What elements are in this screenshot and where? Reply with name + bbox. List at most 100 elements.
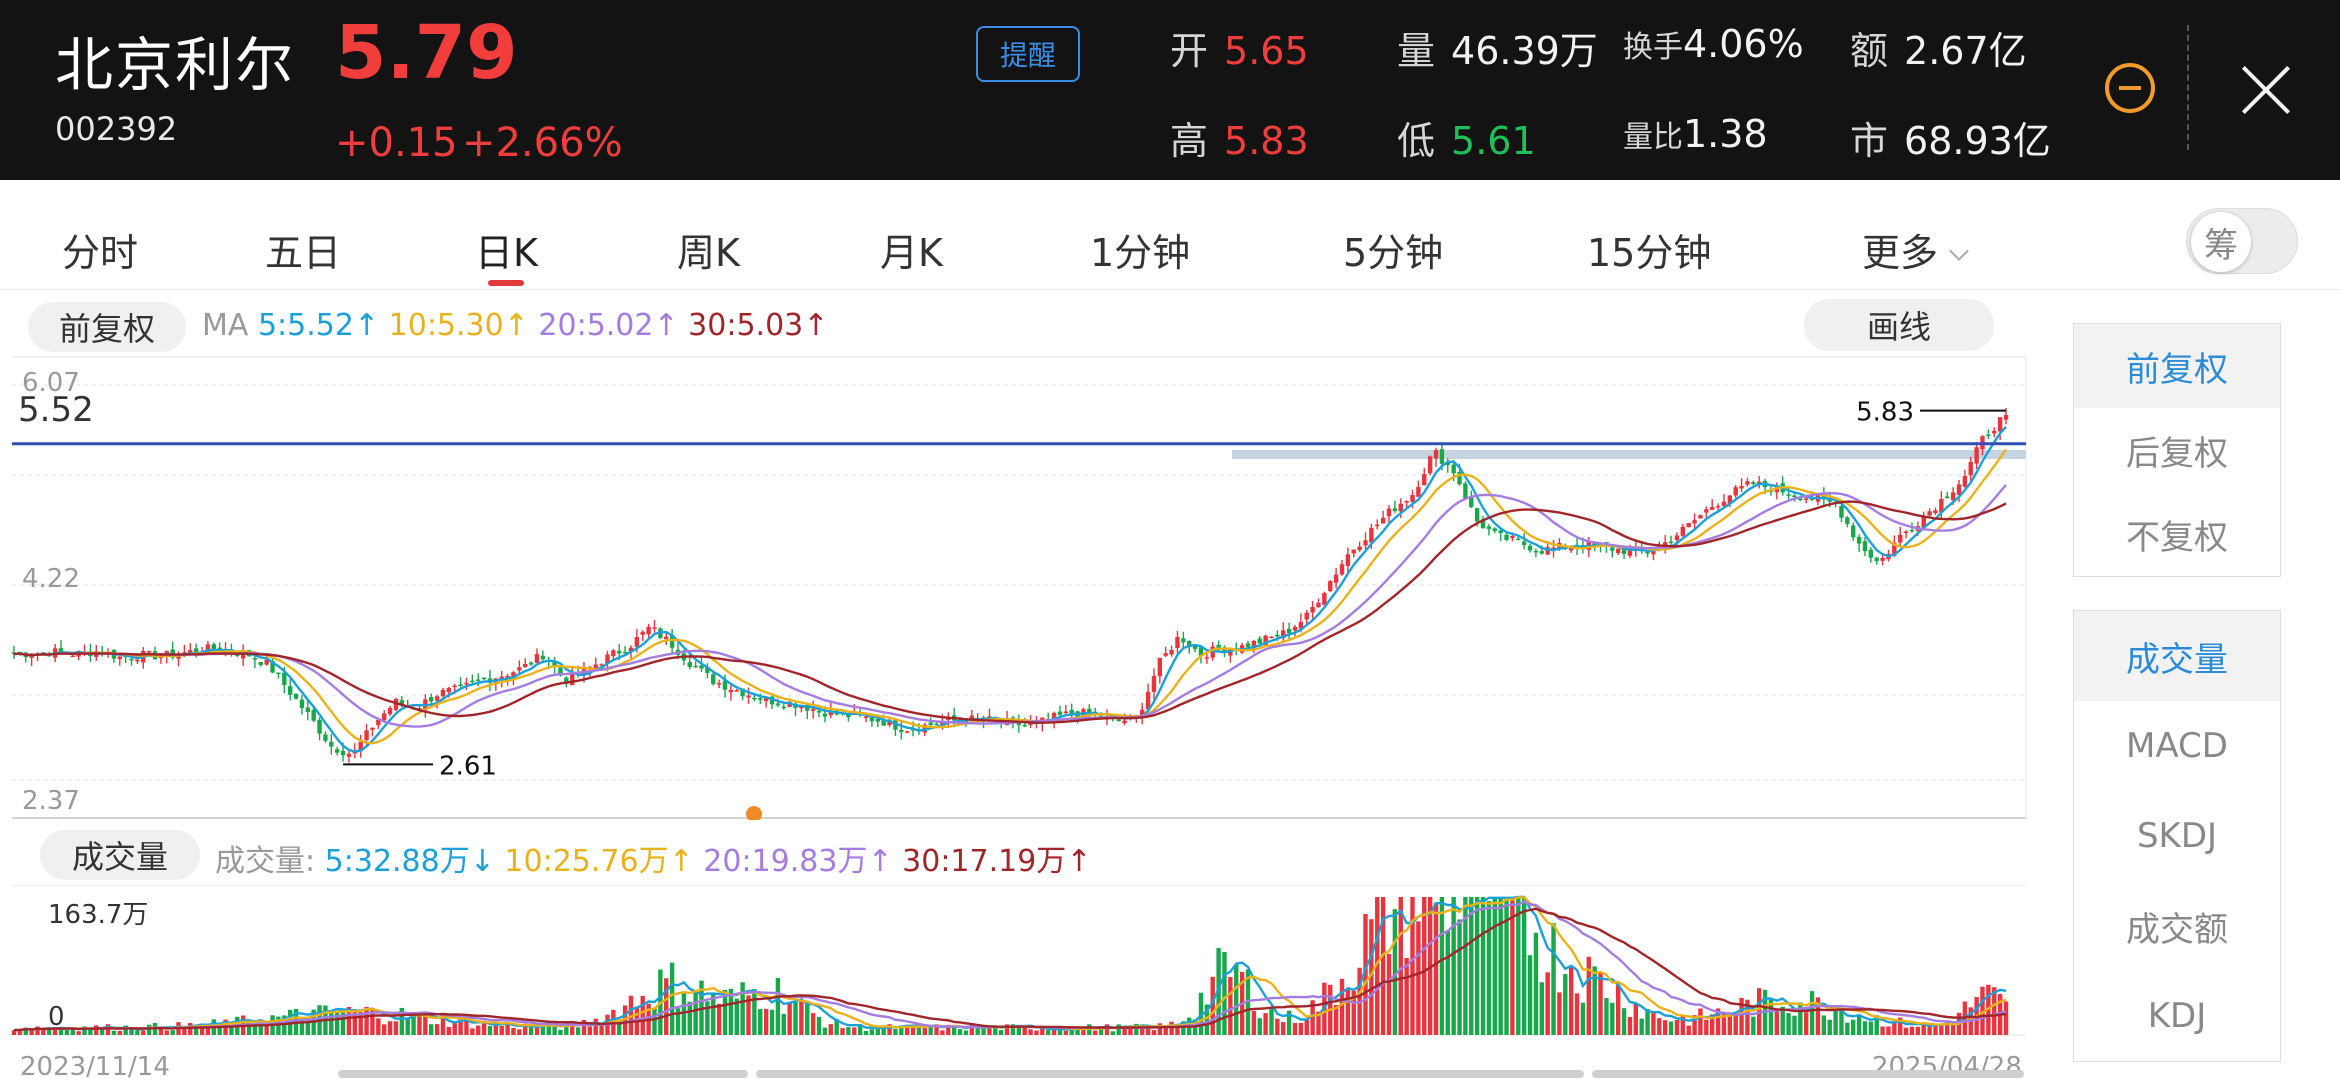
turnover-label: 换手: [1623, 30, 1683, 65]
quote-volume-ratio: 量比1.38: [1623, 112, 1768, 156]
candle-body: [476, 679, 481, 682]
candle-body: [752, 697, 757, 700]
side-adjust-forward[interactable]: 前复权: [2074, 324, 2280, 408]
candle-body: [1839, 505, 1844, 518]
volume-bar: [769, 1009, 775, 1035]
alert-button[interactable]: 提醒: [976, 26, 1080, 82]
volume-bar: [264, 1026, 269, 1035]
volume-bar: [1492, 897, 1497, 1035]
volume-bar: [446, 1026, 452, 1035]
volume-bar: [716, 1003, 722, 1035]
side-adjust-backward[interactable]: 后复权: [2074, 408, 2280, 492]
tab-15-minute[interactable]: 15分钟: [1587, 222, 1711, 277]
scrollbar-segment[interactable]: [1592, 1070, 2024, 1078]
candle-body: [1345, 554, 1351, 566]
tab-daily-k[interactable]: 日K: [475, 222, 538, 277]
min-annotation-label: 2.61: [439, 751, 497, 781]
candle-body: [1157, 657, 1163, 677]
open-label: 开: [1170, 29, 1209, 73]
volume-bar: [1821, 1015, 1827, 1035]
candle-body: [1704, 509, 1709, 513]
volume-bar: [1604, 997, 1609, 1035]
volume-bar: [928, 1026, 933, 1035]
volume-bar: [434, 1024, 440, 1035]
volume-indicator-button[interactable]: 成交量: [40, 830, 200, 880]
volume-label: 量: [1397, 29, 1436, 73]
candle-body: [299, 699, 305, 709]
tab-1-minute[interactable]: 1分钟: [1090, 222, 1190, 277]
crosshair-price-label: 5.52: [18, 390, 94, 430]
volume-bar: [1851, 1019, 1856, 1035]
tab-monthly-k[interactable]: 月K: [880, 222, 943, 277]
volume-bar: [1786, 1013, 1791, 1035]
candle-body: [1510, 536, 1515, 539]
candle-body: [1751, 482, 1756, 485]
volume-bar: [998, 1030, 1004, 1035]
market-cap-value: 68.93亿: [1904, 119, 2051, 163]
volume-bar: [1886, 1026, 1891, 1035]
scrollbar-segment[interactable]: [338, 1070, 748, 1078]
tab-intraday[interactable]: 分时: [62, 222, 138, 277]
candle-body: [1486, 526, 1492, 529]
candle-body: [1269, 636, 1274, 639]
candle-body: [334, 749, 340, 753]
ma-prefix: MA: [202, 308, 249, 343]
candle-body: [287, 686, 293, 695]
candle-body: [1868, 549, 1874, 558]
volume-bar: [1950, 1025, 1956, 1035]
candle-body: [129, 658, 134, 661]
side-indicator-skdj[interactable]: SKDJ: [2074, 791, 2280, 881]
side-indicator-volume[interactable]: 成交量: [2074, 611, 2280, 701]
candle-body: [517, 667, 522, 671]
candle-body: [364, 730, 369, 741]
volume-bar: [1774, 1009, 1780, 1035]
tab-weekly-k[interactable]: 周K: [677, 222, 740, 277]
scrollbar-thumb[interactable]: [756, 1070, 1584, 1078]
volume-bar: [1563, 974, 1568, 1035]
tab-five-day[interactable]: 五日: [265, 222, 341, 277]
candle-body: [1610, 547, 1615, 551]
volume-bar: [1792, 1015, 1797, 1035]
candle-body: [822, 713, 828, 717]
close-icon[interactable]: [2238, 62, 2294, 118]
ma10-value: 10:5.30: [388, 308, 504, 343]
volume-bar: [852, 1027, 857, 1035]
market-cap-label: 市: [1850, 119, 1889, 163]
side-indicator-kdj[interactable]: KDJ: [2074, 971, 2280, 1061]
volume-chart[interactable]: [0, 885, 2030, 1040]
side-adjust-none[interactable]: 不复权: [2074, 492, 2280, 576]
volume-bar: [405, 1018, 410, 1035]
draw-line-button[interactable]: 画线: [1804, 299, 1994, 351]
candle-body: [1745, 481, 1750, 485]
volume-bar: [1469, 897, 1474, 1035]
kline-chart[interactable]: 5.83 2.61: [0, 355, 2030, 820]
adjust-mode-button[interactable]: 前复权: [28, 302, 186, 352]
side-indicator-amount[interactable]: 成交额: [2074, 881, 2280, 971]
remove-watchlist-icon[interactable]: [2105, 63, 2155, 113]
chip-distribution-toggle[interactable]: 筹: [2186, 208, 2298, 274]
candle-body: [387, 708, 393, 715]
side-indicator-macd[interactable]: MACD: [2074, 701, 2280, 791]
tab-5-minute[interactable]: 5分钟: [1343, 222, 1443, 277]
candle-body: [1851, 525, 1856, 538]
candle-body: [70, 655, 75, 658]
volume-bar: [1880, 1026, 1885, 1035]
candle-body: [652, 627, 657, 629]
candle-body: [305, 707, 311, 712]
tab-more[interactable]: 更多: [1862, 222, 1969, 277]
volume-bar: [1457, 919, 1462, 1035]
volume-bar: [1527, 955, 1533, 1035]
candle-body: [446, 687, 452, 693]
volume-bar: [1398, 897, 1403, 1035]
candle-body: [1856, 537, 1862, 544]
volume-bar: [781, 1013, 786, 1035]
candle-body: [1245, 643, 1251, 648]
volume-ma-legend: 成交量: 5:32.88万↓ 10:25.76万↑ 20:19.83万↑ 30:…: [215, 836, 1091, 880]
candle-body: [1674, 535, 1680, 540]
candle-body: [1945, 496, 1950, 499]
volume-bar: [364, 1006, 369, 1035]
tab-more-label: 更多: [1862, 231, 1939, 275]
volume-bar: [534, 1027, 540, 1035]
volume-bar: [1657, 1018, 1662, 1035]
price-change: +0.15: [335, 120, 458, 166]
